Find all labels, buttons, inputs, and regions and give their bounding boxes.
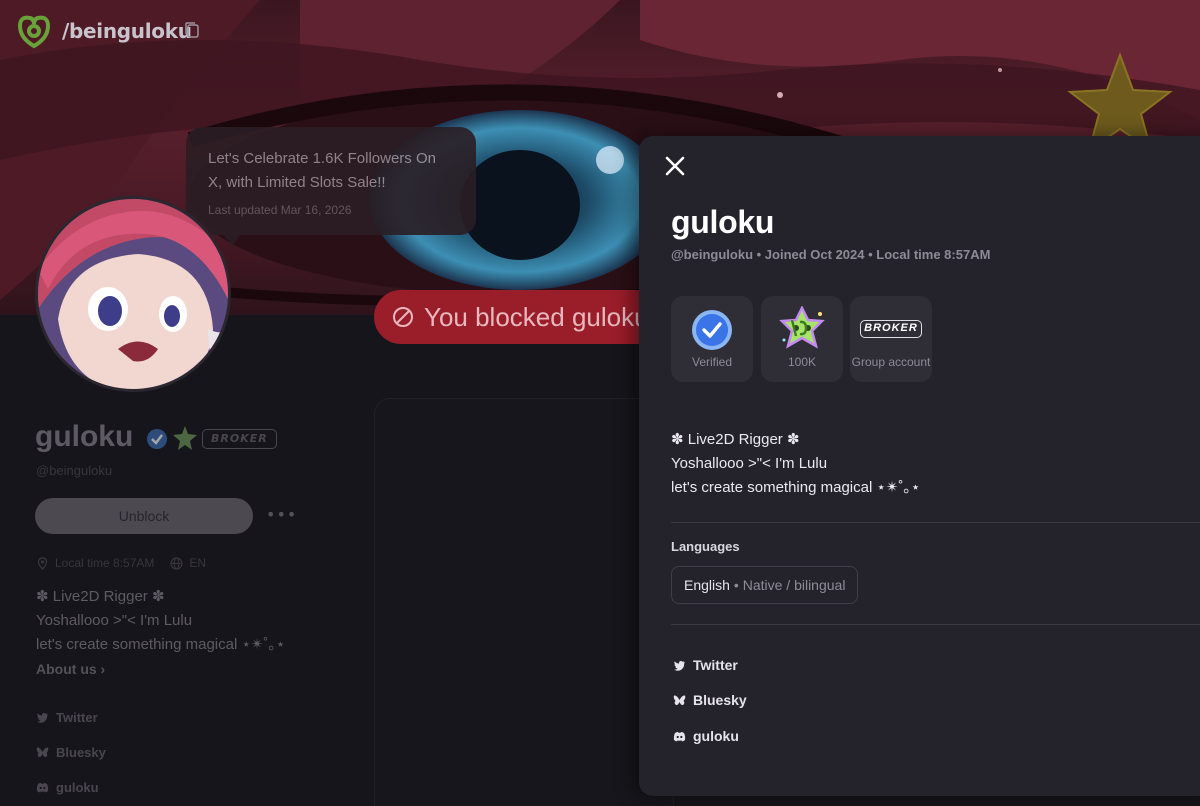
social-link-discord[interactable]: guloku (36, 780, 99, 795)
verified-check-icon (692, 310, 732, 350)
divider (671, 522, 1200, 523)
bubble-tail (222, 232, 242, 246)
bio-line: ✽ Live2D Rigger ✽ (671, 431, 800, 448)
discord-icon (673, 731, 686, 741)
app-logo-icon[interactable] (14, 12, 54, 52)
broker-tag: BROKER (860, 320, 922, 338)
100k-badge-icon (173, 426, 197, 450)
twitter-icon (37, 712, 48, 723)
social-label: guloku (56, 780, 99, 795)
close-icon[interactable] (663, 154, 687, 178)
badge-label: 100K (787, 355, 817, 369)
social-label: guloku (693, 728, 739, 744)
block-icon (393, 307, 413, 327)
twitter-icon (674, 660, 685, 671)
social-label: Bluesky (56, 745, 106, 760)
content-card (374, 398, 674, 806)
blocked-text: You blocked guloku (424, 301, 649, 332)
bio-line: let's create something magical ⋆✴︎˚｡⋆ (671, 479, 921, 496)
panel-profile-name: guloku (671, 204, 775, 240)
badge-group-account[interactable]: BROKER Group account (850, 296, 932, 382)
announcement-bubble: Let's Celebrate 1.6K Followers On X, wit… (186, 127, 476, 235)
social-link-twitter[interactable]: Twitter (36, 710, 98, 725)
language-level: • Native / bilingual (733, 577, 846, 593)
bluesky-icon (673, 694, 686, 705)
badge-100k[interactable]: 100K (761, 296, 843, 382)
unblock-button[interactable]: Unblock (35, 498, 253, 534)
social-link-discord[interactable]: guloku (673, 728, 739, 744)
bio-line: Yoshallooo >"< I'm Lulu (36, 612, 193, 629)
more-options-button[interactable]: ••• (266, 505, 296, 527)
bio-line: let's create something magical ⋆✴︎˚｡⋆ (36, 636, 286, 653)
social-link-bluesky[interactable]: Bluesky (673, 692, 747, 708)
globe-icon (170, 556, 183, 570)
language-code: EN (189, 556, 207, 570)
badge-label: Group account (851, 355, 931, 369)
divider (671, 624, 1200, 625)
avatar[interactable] (35, 196, 231, 392)
profile-detail-panel: guloku @beinguloku • Joined Oct 2024 • L… (639, 136, 1200, 796)
bluesky-icon (36, 747, 49, 758)
social-link-bluesky[interactable]: Bluesky (36, 745, 106, 760)
profile-bio: ✽ Live2D Rigger ✽ Yoshallooo >"< I'm Lul… (36, 585, 285, 657)
languages-heading: Languages (671, 539, 740, 554)
announcement-timestamp: Last updated Mar 16, 2026 (208, 203, 352, 217)
bio-line: ✽ Live2D Rigger ✽ (36, 588, 165, 605)
local-time: Local time 8:57AM (55, 556, 155, 570)
page-handle: /beinguloku (62, 19, 192, 43)
bio-line: Yoshallooo >"< I'm Lulu (671, 455, 828, 472)
social-label: Twitter (693, 657, 738, 673)
badge-verified[interactable]: Verified (671, 296, 753, 382)
social-link-twitter[interactable]: Twitter (673, 657, 738, 673)
social-label: Bluesky (693, 692, 747, 708)
profile-meta: Local time 8:57AM EN (36, 556, 206, 570)
language-name: English (684, 577, 730, 593)
verified-icon (147, 429, 167, 449)
profile-handle: @beinguloku (36, 463, 113, 478)
profile-name: guloku (35, 420, 134, 453)
blocked-banner: You blocked guloku (374, 290, 674, 344)
badge-label: Verified (691, 355, 733, 369)
panel-bio: ✽ Live2D Rigger ✽ Yoshallooo >"< I'm Lul… (671, 428, 920, 500)
copy-icon[interactable] (185, 22, 199, 38)
location-pin-icon (37, 556, 48, 570)
100k-badge-icon (779, 306, 825, 349)
broker-tag: BROKER (202, 429, 277, 449)
panel-profile-meta: @beinguloku • Joined Oct 2024 • Local ti… (671, 247, 991, 262)
announcement-text: Let's Celebrate 1.6K Followers On X, wit… (208, 150, 436, 191)
language-chip: English • Native / bilingual (671, 566, 859, 604)
about-us-link[interactable]: About us › (36, 661, 105, 677)
social-label: Twitter (56, 710, 98, 725)
discord-icon (36, 782, 49, 793)
